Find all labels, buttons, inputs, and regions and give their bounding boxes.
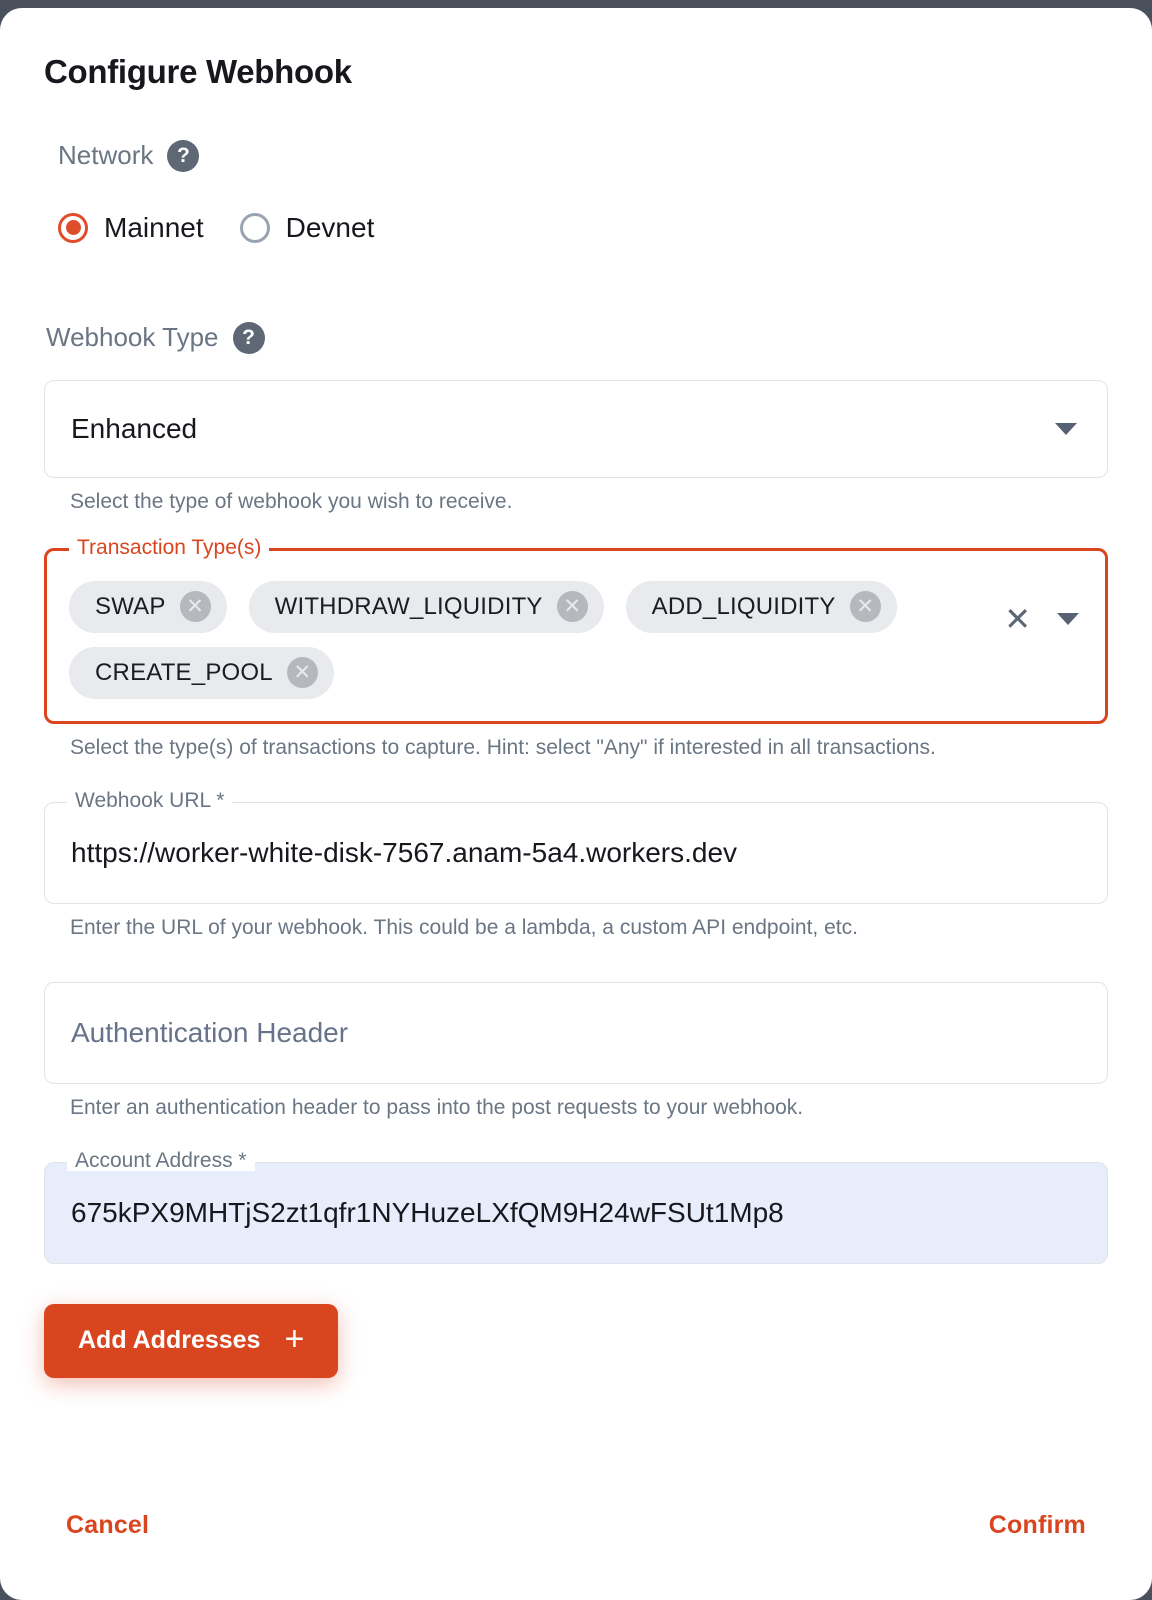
auth-header-field-group: Authentication Header Enter an authentic…	[44, 981, 1108, 1120]
chip[interactable]: SWAP ✕	[69, 580, 227, 633]
auth-header-input[interactable]: Authentication Header	[44, 981, 1108, 1084]
webhook-type-label: Webhook Type	[46, 322, 219, 353]
webhook-url-field-group: Webhook URL * https://worker-white-disk-…	[44, 789, 1108, 940]
chevron-down-icon[interactable]	[1057, 612, 1079, 625]
add-addresses-label: Add Addresses	[78, 1326, 261, 1355]
close-icon[interactable]: ✕	[1004, 603, 1031, 635]
radio-indicator-devnet[interactable]	[239, 212, 270, 243]
transaction-types-helper: Select the type(s) of transactions to ca…	[70, 735, 936, 759]
plus-icon: +	[284, 1319, 305, 1358]
chip-label: CREATE_POOL	[95, 658, 273, 686]
radio-label-devnet: Devnet	[285, 211, 375, 243]
webhook-type-field-group: Webhook Type ? Enhanced Select the type …	[44, 321, 1108, 514]
transaction-types-actions: ✕	[1004, 603, 1079, 635]
network-label: Network	[58, 140, 154, 171]
radio-option-devnet[interactable]: Devnet	[239, 211, 375, 244]
radio-label-mainnet: Mainnet	[104, 211, 204, 243]
chip[interactable]: ADD_LIQUIDITY ✕	[625, 580, 897, 633]
dialog-footer: Cancel Confirm	[44, 1503, 1108, 1548]
transaction-types-chip-list: SWAP ✕ WITHDRAW_LIQUIDITY ✕ ADD_LIQUIDIT…	[69, 580, 1083, 699]
webhook-url-input[interactable]: Webhook URL * https://worker-white-disk-…	[44, 789, 1108, 904]
cancel-button[interactable]: Cancel	[48, 1503, 167, 1548]
webhook-url-legend: Webhook URL *	[67, 789, 233, 811]
account-address-value: 675kPX9MHTjS2zt1qfr1NYHuzeLXfQM9H24wFSUt…	[71, 1196, 784, 1228]
close-circle-icon[interactable]: ✕	[286, 657, 318, 689]
network-field-group: Network ? Mainnet Devnet	[44, 139, 1108, 244]
webhook-type-label-row: Webhook Type ?	[44, 321, 1108, 354]
close-circle-icon[interactable]: ✕	[556, 591, 588, 623]
account-address-legend: Account Address *	[67, 1149, 255, 1171]
auth-header-helper: Enter an authentication header to pass i…	[70, 1095, 804, 1119]
chevron-down-icon[interactable]	[1055, 422, 1077, 435]
webhook-type-select[interactable]: Enhanced	[44, 379, 1108, 478]
webhook-url-value: https://worker-white-disk-7567.anam-5a4.…	[71, 836, 738, 868]
transaction-types-legend: Transaction Type(s)	[69, 536, 270, 558]
chip[interactable]: WITHDRAW_LIQUIDITY ✕	[248, 580, 604, 633]
add-addresses-button[interactable]: Add Addresses +	[44, 1303, 339, 1378]
webhook-type-helper: Select the type of webhook you wish to r…	[70, 489, 513, 513]
webhook-url-helper: Enter the URL of your webhook. This coul…	[70, 915, 858, 939]
dialog-title: Configure Webhook	[44, 53, 352, 90]
help-circle-icon[interactable]: ?	[232, 321, 265, 354]
chip-label: WITHDRAW_LIQUIDITY	[274, 592, 543, 620]
auth-header-placeholder: Authentication Header	[71, 1016, 349, 1048]
chip-label: SWAP	[95, 592, 166, 620]
transaction-types-input[interactable]: Transaction Type(s) SWAP ✕ WITHDRAW_LIQU…	[44, 536, 1108, 724]
confirm-button[interactable]: Confirm	[971, 1503, 1104, 1548]
help-circle-icon[interactable]: ?	[167, 139, 200, 172]
account-address-field-group: Account Address * 675kPX9MHTjS2zt1qfr1NY…	[44, 1149, 1108, 1264]
webhook-type-value: Enhanced	[71, 412, 198, 444]
radio-indicator-mainnet[interactable]	[58, 212, 88, 243]
close-circle-icon[interactable]: ✕	[849, 591, 881, 623]
transaction-types-field-group: Transaction Type(s) SWAP ✕ WITHDRAW_LIQU…	[44, 536, 1108, 760]
account-address-input[interactable]: Account Address * 675kPX9MHTjS2zt1qfr1NY…	[44, 1149, 1108, 1264]
chip[interactable]: CREATE_POOL ✕	[69, 646, 334, 699]
network-radio-group: Mainnet Devnet	[58, 212, 1108, 244]
chip-label: ADD_LIQUIDITY	[651, 592, 836, 620]
network-label-row: Network ?	[58, 139, 1108, 172]
close-circle-icon[interactable]: ✕	[179, 591, 211, 623]
configure-webhook-dialog: Configure Webhook Network ? Mainnet Devn…	[0, 8, 1152, 1600]
radio-option-mainnet[interactable]: Mainnet	[58, 212, 204, 244]
